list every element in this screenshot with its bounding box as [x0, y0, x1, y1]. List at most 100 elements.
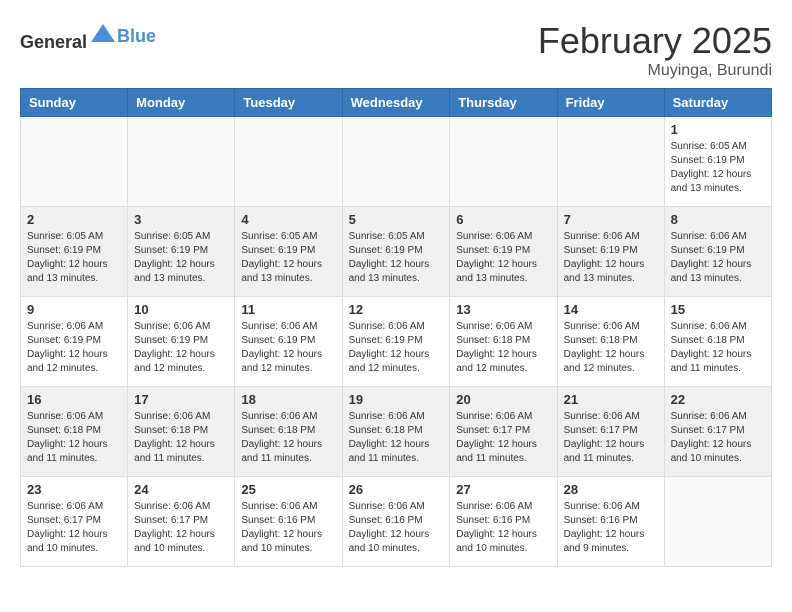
day-info: Sunrise: 6:06 AM Sunset: 6:17 PM Dayligh… — [671, 410, 765, 466]
calendar-day-cell: 8 Sunrise: 6:06 AM Sunset: 6:19 PM Daylig… — [664, 207, 771, 297]
logo: General Blue — [20, 20, 156, 53]
day-info: Sunrise: 6:06 AM Sunset: 6:16 PM Dayligh… — [241, 500, 335, 556]
day-number: 15 — [671, 302, 765, 317]
calendar-day-cell: 25 Sunrise: 6:06 AM Sunset: 6:16 PM Dayli… — [235, 477, 342, 567]
day-number: 5 — [349, 212, 444, 227]
day-number: 18 — [241, 392, 335, 407]
calendar-day-cell: 9 Sunrise: 6:06 AM Sunset: 6:19 PM Daylig… — [21, 297, 128, 387]
day-info: Sunrise: 6:05 AM Sunset: 6:19 PM Dayligh… — [241, 230, 335, 286]
calendar-day-cell — [21, 117, 128, 207]
day-info: Sunrise: 6:06 AM Sunset: 6:18 PM Dayligh… — [564, 320, 658, 376]
calendar-day-cell: 3 Sunrise: 6:05 AM Sunset: 6:19 PM Daylig… — [128, 207, 235, 297]
calendar-day-cell: 13 Sunrise: 6:06 AM Sunset: 6:18 PM Dayli… — [450, 297, 557, 387]
day-number: 3 — [134, 212, 228, 227]
day-number: 22 — [671, 392, 765, 407]
day-info: Sunrise: 6:06 AM Sunset: 6:19 PM Dayligh… — [241, 320, 335, 376]
calendar-week-row: 23 Sunrise: 6:06 AM Sunset: 6:17 PM Dayli… — [21, 477, 772, 567]
day-number: 26 — [349, 482, 444, 497]
calendar-day-cell: 5 Sunrise: 6:05 AM Sunset: 6:19 PM Daylig… — [342, 207, 450, 297]
day-info: Sunrise: 6:06 AM Sunset: 6:19 PM Dayligh… — [564, 230, 658, 286]
day-number: 4 — [241, 212, 335, 227]
day-info: Sunrise: 6:05 AM Sunset: 6:19 PM Dayligh… — [27, 230, 121, 286]
day-info: Sunrise: 6:06 AM Sunset: 6:17 PM Dayligh… — [456, 410, 550, 466]
day-info: Sunrise: 6:06 AM Sunset: 6:18 PM Dayligh… — [241, 410, 335, 466]
day-number: 11 — [241, 302, 335, 317]
calendar-day-cell — [557, 117, 664, 207]
calendar-day-cell — [128, 117, 235, 207]
calendar-table: SundayMondayTuesdayWednesdayThursdayFrid… — [20, 88, 772, 567]
calendar-day-cell: 19 Sunrise: 6:06 AM Sunset: 6:18 PM Dayli… — [342, 387, 450, 477]
month-title: February 2025 — [538, 20, 772, 62]
day-info: Sunrise: 6:06 AM Sunset: 6:16 PM Dayligh… — [349, 500, 444, 556]
day-info: Sunrise: 6:06 AM Sunset: 6:16 PM Dayligh… — [564, 500, 658, 556]
calendar-day-cell: 22 Sunrise: 6:06 AM Sunset: 6:17 PM Dayli… — [664, 387, 771, 477]
weekday-header-thursday: Thursday — [450, 89, 557, 117]
day-number: 7 — [564, 212, 658, 227]
day-number: 14 — [564, 302, 658, 317]
day-info: Sunrise: 6:06 AM Sunset: 6:19 PM Dayligh… — [27, 320, 121, 376]
title-block: February 2025 Muyinga, Burundi — [538, 20, 772, 80]
day-number: 10 — [134, 302, 228, 317]
weekday-header-wednesday: Wednesday — [342, 89, 450, 117]
location: Muyinga, Burundi — [538, 62, 772, 80]
calendar-day-cell: 23 Sunrise: 6:06 AM Sunset: 6:17 PM Dayli… — [21, 477, 128, 567]
calendar-day-cell: 6Sunrise: 6:06 AM Sunset: 6:19 PM Daylig… — [450, 207, 557, 297]
logo-general-text: General — [20, 32, 87, 52]
day-info: Sunrise: 6:06 AM Sunset: 6:16 PM Dayligh… — [456, 500, 550, 556]
day-number: 20 — [456, 392, 550, 407]
day-number: 13 — [456, 302, 550, 317]
logo-icon — [89, 20, 117, 48]
day-number: 24 — [134, 482, 228, 497]
calendar-day-cell: 7 Sunrise: 6:06 AM Sunset: 6:19 PM Daylig… — [557, 207, 664, 297]
day-number: 8 — [671, 212, 765, 227]
weekday-header-tuesday: Tuesday — [235, 89, 342, 117]
calendar-day-cell: 17 Sunrise: 6:06 AM Sunset: 6:18 PM Dayli… — [128, 387, 235, 477]
day-info: Sunrise: 6:06 AM Sunset: 6:17 PM Dayligh… — [134, 500, 228, 556]
calendar-day-cell: 27Sunrise: 6:06 AM Sunset: 6:16 PM Dayli… — [450, 477, 557, 567]
calendar-day-cell — [450, 117, 557, 207]
day-number: 9 — [27, 302, 121, 317]
weekday-header-friday: Friday — [557, 89, 664, 117]
calendar-day-cell: 10Sunrise: 6:06 AM Sunset: 6:19 PM Dayli… — [128, 297, 235, 387]
day-info: Sunrise: 6:06 AM Sunset: 6:18 PM Dayligh… — [134, 410, 228, 466]
calendar-day-cell — [235, 117, 342, 207]
day-info: Sunrise: 6:06 AM Sunset: 6:19 PM Dayligh… — [671, 230, 765, 286]
day-info: Sunrise: 6:05 AM Sunset: 6:19 PM Dayligh… — [134, 230, 228, 286]
day-info: Sunrise: 6:06 AM Sunset: 6:19 PM Dayligh… — [349, 320, 444, 376]
calendar-week-row: 1Sunrise: 6:05 AM Sunset: 6:19 PM Daylig… — [21, 117, 772, 207]
day-number: 28 — [564, 482, 658, 497]
calendar-day-cell: 11 Sunrise: 6:06 AM Sunset: 6:19 PM Dayli… — [235, 297, 342, 387]
day-number: 25 — [241, 482, 335, 497]
day-info: Sunrise: 6:05 AM Sunset: 6:19 PM Dayligh… — [671, 140, 765, 196]
calendar-day-cell — [342, 117, 450, 207]
day-info: Sunrise: 6:06 AM Sunset: 6:17 PM Dayligh… — [564, 410, 658, 466]
day-info: Sunrise: 6:06 AM Sunset: 6:18 PM Dayligh… — [671, 320, 765, 376]
day-info: Sunrise: 6:06 AM Sunset: 6:17 PM Dayligh… — [27, 500, 121, 556]
calendar-week-row: 2Sunrise: 6:05 AM Sunset: 6:19 PM Daylig… — [21, 207, 772, 297]
day-number: 16 — [27, 392, 121, 407]
day-info: Sunrise: 6:06 AM Sunset: 6:18 PM Dayligh… — [27, 410, 121, 466]
day-number: 17 — [134, 392, 228, 407]
day-number: 23 — [27, 482, 121, 497]
weekday-header-monday: Monday — [128, 89, 235, 117]
calendar-day-cell: 12 Sunrise: 6:06 AM Sunset: 6:19 PM Dayli… — [342, 297, 450, 387]
calendar-day-cell: 1Sunrise: 6:05 AM Sunset: 6:19 PM Daylig… — [664, 117, 771, 207]
calendar-day-cell: 16 Sunrise: 6:06 AM Sunset: 6:18 PM Dayli… — [21, 387, 128, 477]
day-number: 21 — [564, 392, 658, 407]
calendar-day-cell: 21 Sunrise: 6:06 AM Sunset: 6:17 PM Dayli… — [557, 387, 664, 477]
page-header: General Blue February 2025 Muyinga, Buru… — [20, 20, 772, 80]
day-info: Sunrise: 6:06 AM Sunset: 6:18 PM Dayligh… — [349, 410, 444, 466]
calendar-day-cell: 24 Sunrise: 6:06 AM Sunset: 6:17 PM Dayli… — [128, 477, 235, 567]
calendar-day-cell: 26 Sunrise: 6:06 AM Sunset: 6:16 PM Dayli… — [342, 477, 450, 567]
day-info: Sunrise: 6:05 AM Sunset: 6:19 PM Dayligh… — [349, 230, 444, 286]
calendar-day-cell: 4 Sunrise: 6:05 AM Sunset: 6:19 PM Daylig… — [235, 207, 342, 297]
calendar-day-cell: 14 Sunrise: 6:06 AM Sunset: 6:18 PM Dayli… — [557, 297, 664, 387]
calendar-day-cell: 2Sunrise: 6:05 AM Sunset: 6:19 PM Daylig… — [21, 207, 128, 297]
day-info: Sunrise: 6:06 AM Sunset: 6:18 PM Dayligh… — [456, 320, 550, 376]
day-number: 19 — [349, 392, 444, 407]
day-number: 12 — [349, 302, 444, 317]
calendar-day-cell — [664, 477, 771, 567]
calendar-day-cell: 18 Sunrise: 6:06 AM Sunset: 6:18 PM Dayli… — [235, 387, 342, 477]
day-number: 6 — [456, 212, 550, 227]
calendar-day-cell: 28 Sunrise: 6:06 AM Sunset: 6:16 PM Dayli… — [557, 477, 664, 567]
